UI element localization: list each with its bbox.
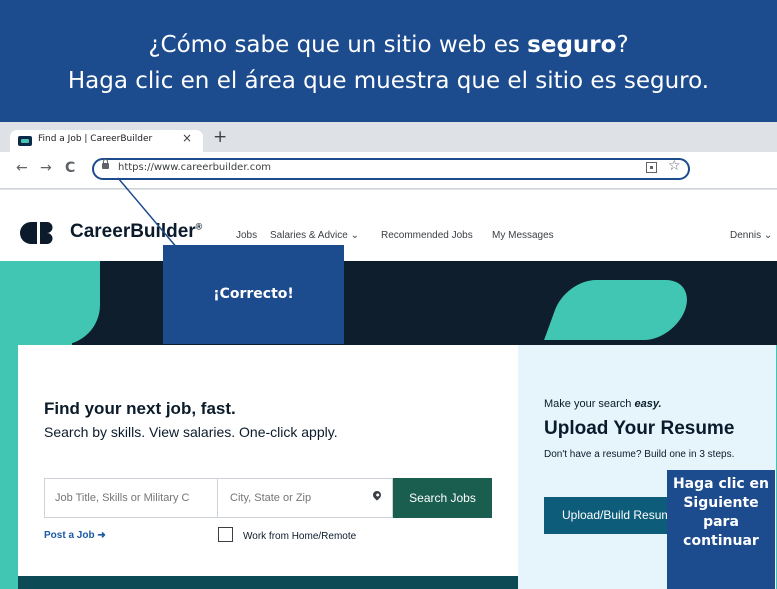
correct-feedback-box: ¡Correcto! — [163, 245, 344, 344]
tab-title: Find a Job | CareerBuilder — [38, 134, 153, 144]
lock-icon[interactable] — [102, 159, 109, 169]
resume-subtitle: Don't have a resume? Build one in 3 step… — [544, 449, 735, 460]
post-job-link[interactable]: Post a Job ➜ — [44, 530, 106, 541]
search-card — [18, 345, 518, 589]
search-subheadline: Search by skills. View salaries. One-cli… — [44, 424, 338, 440]
careerbuilder-favicon-icon — [18, 136, 32, 146]
footer-band — [18, 576, 518, 589]
search-jobs-button[interactable]: Search Jobs — [393, 478, 492, 518]
instruction-banner: ¿Cómo sabe que un sitio web es seguro? H… — [0, 0, 777, 122]
instruction-line-2: Haga clic en el área que muestra que el … — [67, 68, 710, 94]
instruction-line-1: ¿Cómo sabe que un sitio web es seguro? — [148, 32, 629, 58]
user-menu[interactable]: Dennis ⌄ — [730, 230, 772, 241]
brand-name[interactable]: CareerBuilder® — [70, 221, 202, 243]
search-headline: Find your next job, fast. — [44, 399, 236, 418]
resume-tagline: Make your search easy. — [544, 398, 662, 410]
nav-jobs[interactable]: Jobs — [236, 230, 257, 241]
next-hint-box: Haga clic en Siguiente para continuar — [667, 470, 775, 589]
nav-salaries-advice[interactable]: Salaries & Advice ⌄ — [270, 230, 359, 241]
reload-icon[interactable]: C — [65, 160, 75, 176]
careerbuilder-logo-icon[interactable] — [20, 222, 58, 244]
location-input[interactable] — [218, 478, 393, 518]
forward-icon[interactable]: → — [40, 160, 52, 176]
resume-title: Upload Your Resume — [544, 418, 735, 439]
nav-recommended-jobs[interactable]: Recommended Jobs — [381, 230, 473, 241]
back-icon[interactable]: ← — [16, 160, 28, 176]
remote-checkbox[interactable] — [218, 527, 233, 542]
url-text[interactable]: https://www.careerbuilder.com — [118, 162, 271, 173]
close-tab-icon[interactable]: × — [182, 131, 192, 145]
remote-checkbox-label[interactable]: Work from Home/Remote — [243, 531, 356, 542]
bookmark-star-icon[interactable]: ☆ — [668, 158, 681, 174]
job-title-input[interactable] — [44, 478, 218, 518]
nav-my-messages[interactable]: My Messages — [492, 230, 554, 241]
qr-code-icon[interactable] — [646, 162, 657, 173]
new-tab-icon[interactable]: + — [213, 127, 227, 147]
